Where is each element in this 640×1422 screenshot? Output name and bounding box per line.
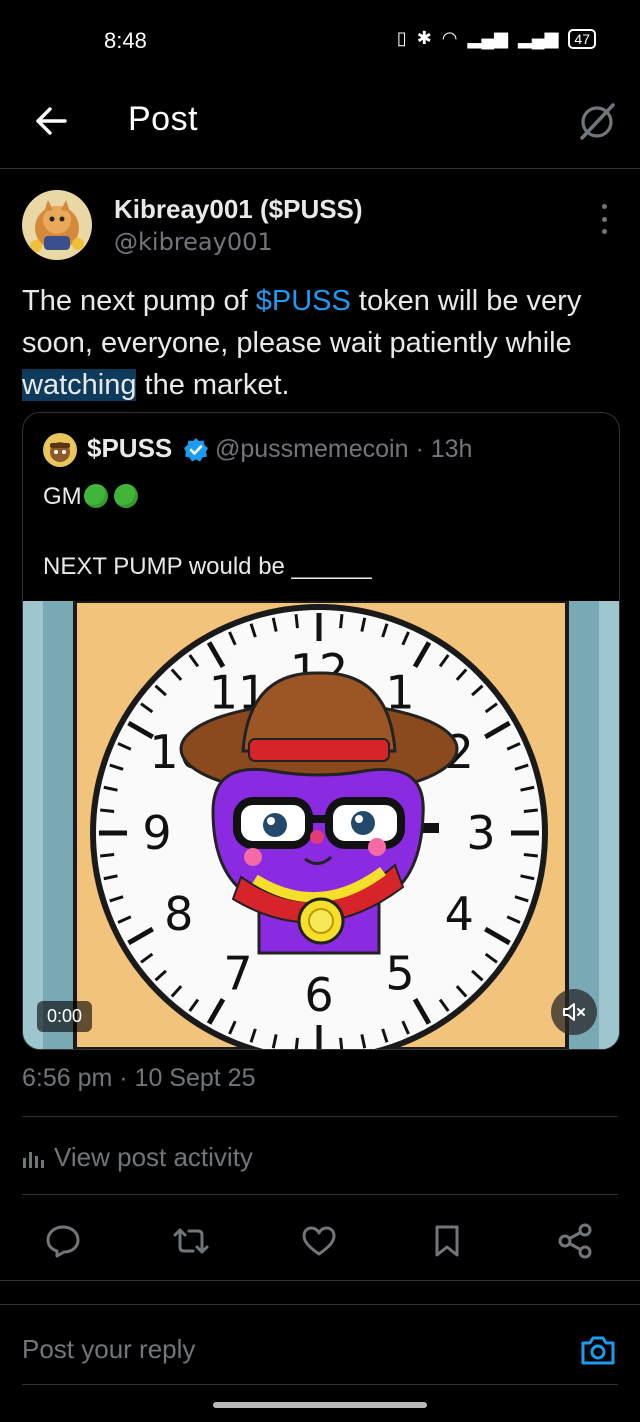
cashtag-link[interactable]: $PUSS	[256, 285, 351, 317]
green-circle-emoji-icon	[113, 484, 138, 508]
grok-button[interactable]	[574, 98, 620, 144]
reply-input[interactable]	[22, 1334, 542, 1365]
clock-number: 4	[445, 887, 474, 941]
status-time: 8:48	[104, 28, 147, 53]
home-indicator[interactable]	[213, 1402, 427, 1408]
green-circle-emoji-icon	[83, 484, 108, 508]
reply-bottom-divider	[22, 1384, 618, 1385]
author-name[interactable]: Kibreay001 ($PUSS)	[114, 194, 363, 225]
clock-tick	[100, 808, 115, 813]
header-divider	[0, 168, 640, 169]
post-text-before: The next pump of	[22, 285, 256, 317]
clock-tick	[339, 1037, 344, 1049]
clock-number: 3	[466, 806, 495, 860]
clock-tick	[339, 614, 344, 629]
activity-divider	[22, 1194, 618, 1195]
clock-number: 5	[385, 946, 414, 1000]
wifi-icon: ◠	[441, 28, 458, 48]
post-timestamp: 6:56 pm · 10 Sept 25	[22, 1064, 256, 1092]
clock-number: 7	[223, 946, 252, 1000]
mute-button[interactable]	[551, 989, 597, 1035]
video-time-badge: 0:00	[37, 1001, 93, 1032]
status-icons: ▯ ✱ ◠ ▂▄▆ ▂▄▆ 47	[397, 28, 596, 49]
bluetooth-icon: ✱	[416, 28, 432, 48]
video-player[interactable]: 12 1 2 3 4 5 6 7 8 9 10 11 0:00	[23, 601, 619, 1049]
clock-tick	[523, 808, 538, 813]
actions-divider	[0, 1280, 640, 1281]
clock-number: 6	[304, 968, 333, 1022]
back-button[interactable]	[30, 100, 72, 142]
vibrate-icon: ▯	[396, 28, 407, 48]
quote-gm-text: GM	[43, 483, 82, 510]
clock-tick	[294, 1037, 299, 1049]
author-avatar[interactable]	[22, 190, 92, 260]
quote-author-name: $PUSS	[87, 433, 173, 463]
view-post-activity-link[interactable]: View post activity	[22, 1142, 253, 1173]
more-dot-icon	[601, 204, 607, 209]
page-title: Post	[128, 100, 199, 138]
activity-label: View post activity	[54, 1142, 253, 1172]
post-text-after: the market.	[136, 369, 290, 401]
meta-divider	[22, 1116, 618, 1117]
quoted-post-card[interactable]: $PUSS @pussmemecoin · 13h GM NEXT PUMP w…	[22, 412, 620, 1050]
reply-icon	[46, 1225, 80, 1258]
post-text: The next pump of $PUSS token will be ver…	[22, 280, 612, 406]
clock-tick	[294, 614, 299, 629]
share-icon	[558, 1223, 592, 1259]
mute-icon	[563, 1003, 585, 1021]
more-dot-icon	[601, 229, 607, 234]
reply-top-divider	[0, 1304, 640, 1305]
repost-button[interactable]	[168, 1218, 214, 1264]
back-arrow-icon	[36, 107, 67, 135]
author-handle[interactable]: @kibreay001	[114, 228, 273, 256]
bookmark-button[interactable]	[424, 1218, 470, 1264]
reply-button[interactable]	[40, 1218, 86, 1264]
avatar-image	[22, 190, 92, 260]
like-button[interactable]	[296, 1218, 342, 1264]
quote-handle-time: @pussmemecoin · 13h	[215, 435, 473, 463]
grok-icon	[580, 103, 615, 140]
camera-button[interactable]	[578, 1330, 618, 1370]
clock-number: 8	[164, 887, 193, 941]
signal-icon-2: ▂▄▆	[517, 28, 559, 48]
more-options-button[interactable]	[594, 204, 614, 234]
more-dot-icon	[601, 216, 607, 222]
highlighted-word: watching	[22, 369, 137, 401]
clock-tick	[523, 853, 538, 858]
clock-tick	[100, 853, 115, 858]
analytics-icon	[23, 1151, 44, 1168]
bookmark-icon	[435, 1225, 459, 1257]
battery-icon: 47	[568, 28, 596, 49]
video-frame: 12 1234567891011	[23, 601, 619, 1049]
like-icon	[302, 1226, 336, 1256]
share-button[interactable]	[552, 1218, 598, 1264]
repost-icon	[173, 1228, 209, 1254]
signal-icon: ▂▄▆	[467, 28, 508, 48]
camera-icon	[581, 1336, 615, 1365]
clock-number: 9	[142, 806, 171, 860]
quote-text-line1: GM	[43, 483, 138, 511]
verified-badge-icon	[183, 437, 209, 463]
quote-text-line2: NEXT PUMP would be ______	[43, 553, 372, 580]
quote-avatar	[43, 433, 77, 467]
